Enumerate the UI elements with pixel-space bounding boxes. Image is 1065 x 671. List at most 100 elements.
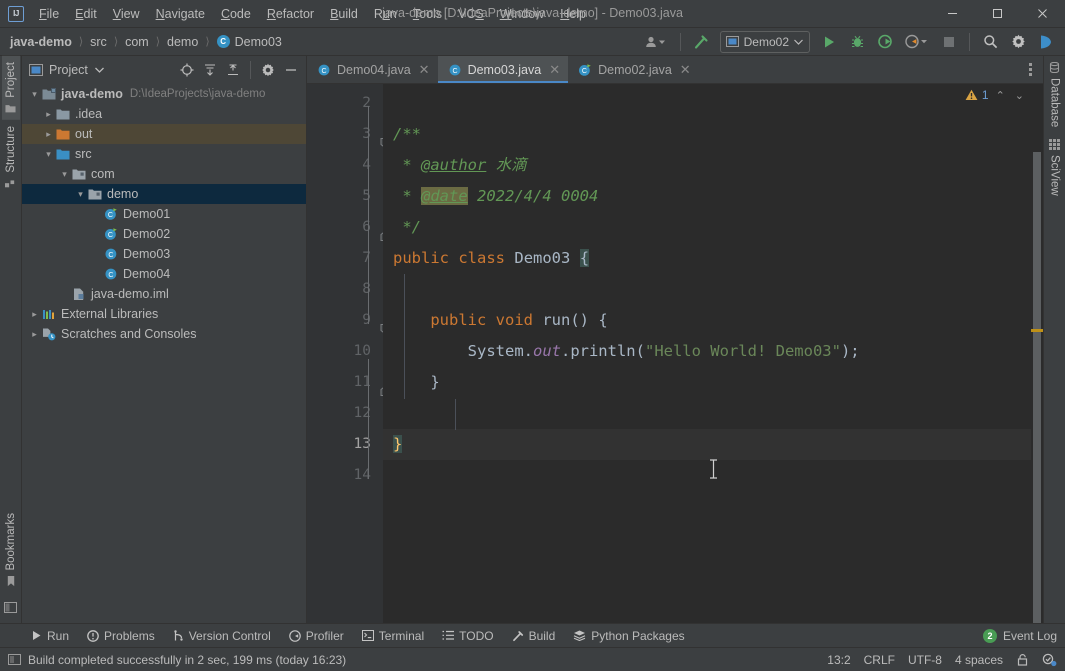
tree-node-out[interactable]: ▸ out — [22, 124, 306, 144]
close-icon[interactable]: ✕ — [419, 62, 430, 78]
tool-profiler[interactable]: Profiler — [280, 625, 353, 647]
menu-run[interactable]: Run — [366, 4, 405, 24]
inspection-level-icon[interactable] — [1042, 653, 1057, 667]
tree-node-demo03[interactable]: C Demo03 — [22, 244, 306, 264]
expand-all-icon[interactable] — [199, 59, 221, 81]
menu-build[interactable]: Build — [322, 4, 366, 24]
chevron-right-icon[interactable]: ▸ — [28, 309, 41, 320]
tree-node-label: Demo04 — [123, 267, 171, 281]
close-button[interactable] — [1020, 0, 1065, 28]
chevron-right-icon[interactable]: ▸ — [42, 129, 55, 140]
menu-file[interactable]: File — [31, 4, 67, 24]
inspection-widget[interactable]: 1 ⌃ ⌄ — [965, 88, 1027, 102]
chevron-down-icon[interactable]: ▾ — [74, 189, 87, 200]
line-separator[interactable]: CRLF — [864, 653, 895, 667]
editor-gutter[interactable]: 2 3 4 5 6 7 8 9 10 11 12 13 14 — [307, 84, 391, 623]
java-runnable-class-icon: C — [103, 227, 119, 241]
tool-version-control[interactable]: Version Control — [164, 625, 280, 647]
user-dropdown-icon[interactable] — [639, 30, 673, 54]
warning-marker[interactable] — [1031, 329, 1043, 332]
close-icon[interactable]: ✕ — [549, 62, 560, 78]
close-icon[interactable]: ✕ — [680, 62, 691, 78]
indent-setting[interactable]: 4 spaces — [955, 653, 1003, 667]
menu-tools[interactable]: Tools — [405, 4, 450, 24]
editor-tab-demo03[interactable]: C Demo03.java ✕ — [437, 56, 569, 83]
editor-tab-demo02[interactable]: C Demo02.java ✕ — [568, 56, 699, 83]
java-class-icon: C — [103, 267, 119, 281]
code-editor[interactable]: /** * @author 水滴 * @date 2022/4/4 0004 *… — [383, 84, 1031, 623]
chevron-right-icon[interactable]: ▸ — [42, 109, 55, 120]
tree-node-com[interactable]: ▾ com — [22, 164, 306, 184]
file-encoding[interactable]: UTF-8 — [908, 653, 942, 667]
breadcrumb-item-class[interactable]: C Demo03 — [215, 33, 284, 51]
chevron-right-icon[interactable]: ▸ — [28, 329, 41, 340]
settings-gear-icon[interactable] — [257, 59, 279, 81]
menu-vcs[interactable]: VCS — [450, 4, 492, 24]
search-everywhere-button[interactable] — [977, 30, 1003, 54]
chevron-down-icon[interactable]: ▾ — [42, 149, 55, 160]
sidebar-item-sciview[interactable]: SciView — [1046, 133, 1064, 202]
sidebar-item-database[interactable]: Database — [1046, 56, 1064, 133]
tool-problems[interactable]: Problems — [78, 625, 164, 647]
ide-updates-button[interactable] — [1033, 30, 1059, 54]
menu-navigate[interactable]: Navigate — [148, 4, 213, 24]
more-options-icon[interactable] — [1020, 57, 1040, 83]
run-button[interactable] — [816, 30, 842, 54]
tree-node-java-demo[interactable]: ▾ java-demo D:\IdeaProjects\java-demo — [22, 84, 306, 104]
sidebar-item-structure[interactable]: Structure — [2, 120, 20, 195]
chevron-down-icon[interactable] — [94, 67, 104, 73]
stop-button[interactable] — [936, 30, 962, 54]
chevron-down-icon[interactable]: ▾ — [28, 89, 41, 100]
tree-node-demo[interactable]: ▾ demo — [22, 184, 306, 204]
tree-node-demo02[interactable]: C Demo02 — [22, 224, 306, 244]
caret-position[interactable]: 13:2 — [827, 653, 850, 667]
profiler-button[interactable] — [900, 30, 934, 54]
chevron-down-icon[interactable]: ▾ — [58, 169, 71, 180]
sidebar-item-structure-label: Structure — [4, 125, 17, 173]
tool-python-packages[interactable]: Python Packages — [564, 625, 693, 647]
menu-edit[interactable]: Edit — [67, 4, 105, 24]
collapse-all-icon[interactable] — [222, 59, 244, 81]
run-with-coverage-button[interactable] — [872, 30, 898, 54]
tree-node-idea[interactable]: ▸ .idea — [22, 104, 306, 124]
tree-node-demo01[interactable]: C Demo01 — [22, 204, 306, 224]
tool-build[interactable]: Build — [503, 625, 565, 647]
tree-node-src[interactable]: ▾ src — [22, 144, 306, 164]
run-configuration-selector[interactable]: Demo02 — [719, 30, 810, 53]
sidebar-item-bookmarks[interactable]: Bookmarks — [2, 507, 20, 593]
tree-node-scratches[interactable]: ▸ Scratches and Consoles — [22, 324, 306, 344]
tool-terminal[interactable]: Terminal — [353, 625, 433, 647]
scrollbar-thumb[interactable] — [1033, 152, 1041, 623]
event-log-label[interactable]: Event Log — [1003, 629, 1057, 643]
gutter-line: 2 — [362, 95, 371, 111]
breadcrumb-item-demo[interactable]: demo — [165, 33, 200, 51]
editor-tab-demo04[interactable]: C Demo04.java ✕ — [307, 56, 438, 83]
tree-node-external-libraries[interactable]: ▸ External Libraries — [22, 304, 306, 324]
build-hammer-icon[interactable] — [688, 30, 714, 54]
menu-help[interactable]: Help — [552, 4, 594, 24]
settings-button[interactable] — [1005, 30, 1031, 54]
breadcrumb-item-com[interactable]: com — [123, 33, 151, 51]
editor-scrollbar[interactable] — [1031, 84, 1043, 623]
tree-node-iml[interactable]: java-demo.iml — [22, 284, 306, 304]
menu-code[interactable]: Code — [213, 4, 259, 24]
read-only-lock-icon[interactable] — [1016, 653, 1029, 666]
breadcrumb-item-src[interactable]: src — [88, 33, 109, 51]
menu-refactor[interactable]: Refactor — [259, 4, 322, 24]
maximize-button[interactable] — [975, 0, 1020, 28]
minimize-button[interactable] — [930, 0, 975, 28]
terminal-panel-icon[interactable] — [4, 593, 17, 623]
debug-button[interactable] — [844, 30, 870, 54]
hide-panel-icon[interactable] — [280, 59, 302, 81]
tree-node-demo04[interactable]: C Demo04 — [22, 264, 306, 284]
menu-view[interactable]: View — [105, 4, 148, 24]
sidebar-item-project[interactable]: Project — [1, 56, 20, 120]
locate-target-icon[interactable] — [176, 59, 198, 81]
breadcrumb-item-project[interactable]: java-demo — [8, 33, 74, 51]
menu-window[interactable]: Window — [492, 4, 552, 24]
chevron-up-icon[interactable]: ⌃ — [993, 89, 1008, 102]
tool-run[interactable]: Run — [22, 625, 78, 647]
tool-problems-label: Problems — [104, 628, 155, 643]
chevron-down-icon[interactable]: ⌄ — [1012, 89, 1027, 102]
tool-todo[interactable]: TODO — [433, 625, 502, 647]
